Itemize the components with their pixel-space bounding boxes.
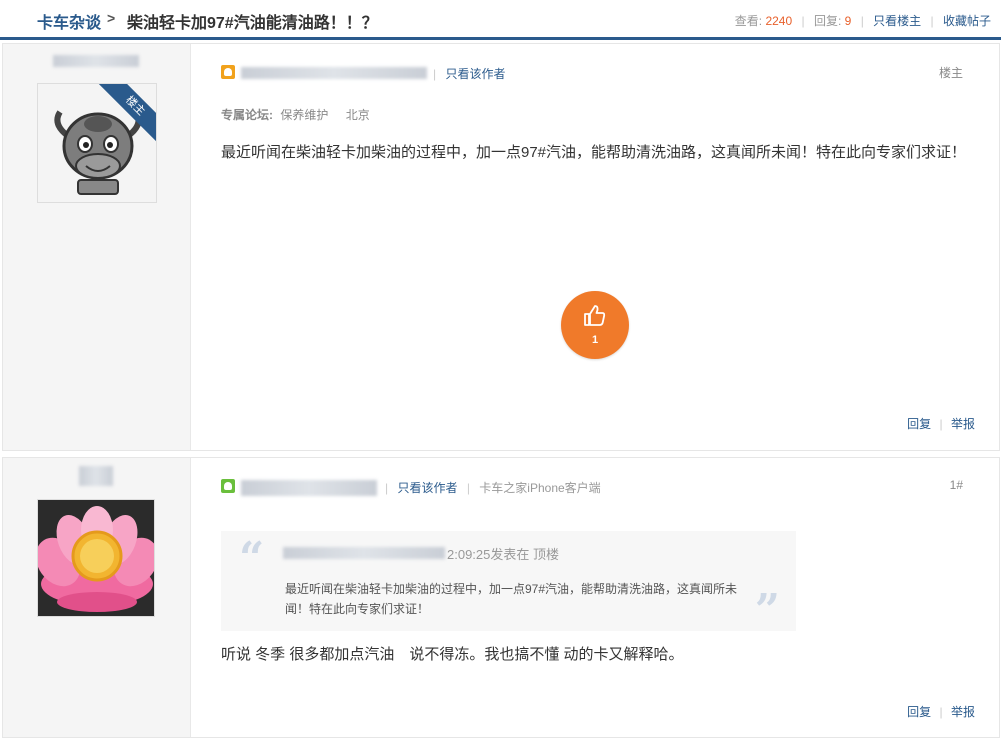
poster-name-redacted[interactable] xyxy=(241,67,427,79)
reply-link[interactable]: 回复 xyxy=(907,705,931,719)
quote-text: 最近听闻在柴油轻卡加柴油的过程中，加一点97#汽油，能帮助清洗油路，这真闻所未闻… xyxy=(285,582,738,616)
quote-time: 2:09:25发表在 顶楼 xyxy=(447,547,559,562)
user-level-icon xyxy=(221,479,235,493)
post-actions: 回复 | 举报 xyxy=(907,415,975,432)
thread-title: 柴油轻卡加97#汽油能清油路！！？ xyxy=(127,15,378,32)
quote-close-icon: ” xyxy=(754,585,780,636)
replies-label: 回复: xyxy=(813,14,842,28)
meta-divider: | xyxy=(433,67,437,81)
only-host-link[interactable]: 只看楼主 xyxy=(873,14,921,28)
floor-label: 1# xyxy=(949,478,963,492)
views-count: 2240 xyxy=(765,14,793,28)
reply-link[interactable]: 回复 xyxy=(907,417,931,431)
post-actions: 回复 | 举报 xyxy=(907,703,975,720)
report-link[interactable]: 举报 xyxy=(951,705,975,719)
floor-label: 楼主 xyxy=(938,66,963,80)
quoted-author-redacted xyxy=(283,547,445,559)
meta-divider: | xyxy=(466,481,470,495)
avatar[interactable]: 楼主 xyxy=(37,83,157,203)
avatar[interactable] xyxy=(37,499,155,617)
thread-stats: 查看: 2240 | 回复: 9 | 只看楼主 | 收藏帖子 xyxy=(735,12,991,29)
quote-open-icon: “ xyxy=(239,533,265,584)
meta-divider: | xyxy=(385,481,389,495)
views-label: 查看: xyxy=(734,14,763,28)
breadcrumb-separator: > xyxy=(107,10,116,26)
author-sidebar: 楼主 xyxy=(3,44,191,450)
stats-divider: | xyxy=(930,14,934,28)
forum-label: 专属论坛: xyxy=(221,108,273,122)
user-level-icon xyxy=(221,65,235,79)
thumbs-up-icon xyxy=(584,305,606,326)
thread-header: 卡车杂谈 > 柴油轻卡加97#汽油能清油路！！？ 查看: 2240 | 回复: … xyxy=(0,0,1001,40)
author-name-redacted[interactable] xyxy=(53,55,139,67)
post-floor-1: | 只看该作者 | 卡车之家iPhone客户端 1# “ 2:09:25发表在 … xyxy=(2,457,1000,738)
action-divider: | xyxy=(939,417,943,431)
post-content: 听说 冬季 很多都加点汽油 说不得冻。我也搞不懂 动的卡又解释哈。 xyxy=(221,646,684,663)
post-content: 最近听闻在柴油轻卡加柴油的过程中，加一点97#汽油，能帮助清洗油路，这真闻所未闻… xyxy=(221,144,967,161)
stats-divider: | xyxy=(801,14,805,28)
quoted-post: “ 2:09:25发表在 顶楼 最近听闻在柴油轻卡加柴油的过程中，加一点97#汽… xyxy=(221,531,796,636)
client-source: 卡车之家iPhone客户端 xyxy=(479,481,601,495)
report-link[interactable]: 举报 xyxy=(951,417,975,431)
replies-count: 9 xyxy=(844,14,852,28)
poster-name-redacted[interactable] xyxy=(241,480,377,496)
favorite-thread-link[interactable]: 收藏帖子 xyxy=(943,14,991,28)
lotus-flower-avatar-icon xyxy=(38,500,154,616)
forum-info: 专属论坛: 保养维护 北京 xyxy=(221,106,370,123)
post-host: 楼主 | 只看该作者 楼主 专属论坛: 保养维护 北京 最近听闻在柴油轻卡加柴油… xyxy=(2,43,1000,451)
location-link[interactable]: 北京 xyxy=(346,108,370,122)
stats-divider: | xyxy=(860,14,864,28)
post-meta: | 只看该作者 xyxy=(427,65,505,82)
action-divider: | xyxy=(939,705,943,719)
like-button[interactable]: 1 xyxy=(561,291,629,359)
post-meta: | 只看该作者 | 卡车之家iPhone客户端 xyxy=(379,479,601,496)
like-count: 1 xyxy=(591,334,599,346)
author-sidebar xyxy=(3,458,191,737)
only-author-link[interactable]: 只看该作者 xyxy=(397,481,457,495)
breadcrumb-forum-link[interactable]: 卡车杂谈 xyxy=(37,9,101,33)
forum-name-link[interactable]: 保养维护 xyxy=(280,108,328,122)
only-author-link[interactable]: 只看该作者 xyxy=(445,67,505,81)
author-name-redacted[interactable] xyxy=(79,466,113,486)
